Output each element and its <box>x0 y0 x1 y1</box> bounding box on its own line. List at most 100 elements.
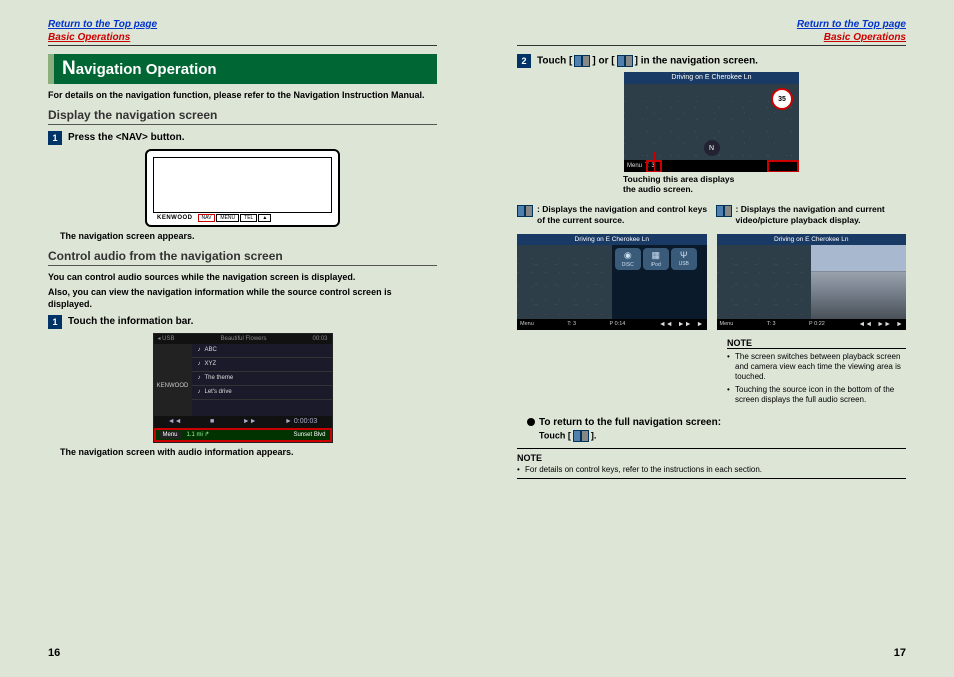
split-icon <box>617 55 633 67</box>
note-item: For details on control keys, refer to th… <box>517 465 906 474</box>
icon-desc-2-text: : Displays the navigation and current vi… <box>736 204 907 225</box>
return-top-link[interactable]: Return to the Top page <box>48 18 437 31</box>
note-title: NOTE <box>517 453 906 463</box>
sm-title: Driving on E Cherokee Ln <box>717 234 907 245</box>
source-usb: ΨUSB <box>671 248 697 270</box>
page-number-left: 16 <box>48 647 60 659</box>
section-title-rest: avigation Operation <box>76 61 217 78</box>
return-full-text: To return to the full navigation screen: <box>539 417 721 428</box>
icon-desc-1: : Displays the navigation and control ke… <box>517 204 708 225</box>
top-links-right: Return to the Top page Basic Operations <box>517 18 906 46</box>
split-icon <box>716 205 732 217</box>
sm-bottom-bar: Menu T: 3 P 0:14 ◄◄►►► <box>517 319 707 330</box>
audio-nav-screenshot: ◂ USB Beautiful Flowers 00:03 KENWOOD AB… <box>153 333 333 443</box>
icon-desc-2: : Displays the navigation and current vi… <box>716 204 907 225</box>
page-right: Return to the Top page Basic Operations … <box>477 0 954 677</box>
stop-icon: ■ <box>210 418 214 425</box>
icon-desc-1-text: : Displays the navigation and control ke… <box>537 204 708 225</box>
sm-map-area <box>717 245 812 319</box>
sm-title: Driving on E Cherokee Ln <box>517 234 707 245</box>
top-links-left: Return to the Top page Basic Operations <box>48 18 437 46</box>
next-icon: ►► <box>243 418 257 425</box>
menu-button: Menu <box>160 431 181 439</box>
sm-p: P 0:14 <box>610 321 626 327</box>
sm-source-panel: ◉DISC ▦iPod ΨUSB <box>612 245 707 319</box>
control-audio-text2: Also, you can view the navigation inform… <box>48 287 437 310</box>
bottom-note: NOTE For details on control keys, refer … <box>517 448 906 479</box>
icon-descriptions: : Displays the navigation and control ke… <box>517 204 906 229</box>
playback-controls: ◄◄ ■ ►► ► 0:00:03 <box>154 416 332 428</box>
track-title: Beautiful Flowers <box>220 336 266 342</box>
sm-playback: ◄◄►►► <box>858 321 903 328</box>
source-ipod: ▦iPod <box>643 248 669 270</box>
playlist: ABC XYZ The theme Let's drive <box>192 344 332 416</box>
playlist-item: ABC <box>192 344 332 358</box>
subhead-control-audio: Control audio from the navigation screen <box>48 249 437 266</box>
info-bar: Menu 1.1 mi ↱ Sunset Blvd <box>154 428 332 442</box>
sm-t: T: 3 <box>767 321 776 327</box>
sm-bottom-bar: Menu T: 3 P 0:22 ◄◄►►► <box>717 319 907 330</box>
step-number-icon: 2 <box>517 54 531 68</box>
highlight-right <box>767 160 799 172</box>
subhead-display-nav: Display the navigation screen <box>48 108 437 125</box>
sm-map-area <box>517 245 612 319</box>
small-map-right: Driving on E Cherokee Ln Menu T: 3 P 0:2… <box>717 234 907 330</box>
control-audio-text1: You can control audio sources while the … <box>48 272 437 284</box>
step-number-icon: 1 <box>48 315 62 329</box>
speed-limit-icon: 35 <box>771 88 793 110</box>
playlist-item: XYZ <box>192 358 332 372</box>
return-top-link[interactable]: Return to the Top page <box>517 18 906 31</box>
step-1b: 1 Touch the information bar. <box>48 315 437 329</box>
map-title: Driving on E Cherokee Ln <box>624 72 799 84</box>
source-disc: ◉DISC <box>615 248 641 270</box>
compass-icon: N <box>704 140 720 156</box>
playlist-item: The theme <box>192 372 332 386</box>
prev-icon: ◄◄ <box>168 418 182 425</box>
intro-text: For details on the navigation function, … <box>48 90 437 102</box>
two-maps-row: Driving on E Cherokee Ln ◉DISC ▦iPod ΨUS… <box>517 234 906 330</box>
step-number-icon: 1 <box>48 131 62 145</box>
split-icon <box>574 55 590 67</box>
map-screenshot-main: Driving on E Cherokee Ln 35 N Menu T: 3 <box>624 72 799 172</box>
caption-audio-info: The navigation screen with audio informa… <box>60 447 437 457</box>
device-diagram: KENWOOD NAV MENU TEL ▲ <box>145 149 340 227</box>
playback-time: ► 0:00:03 <box>285 418 317 425</box>
map-caption: Touching this area displays the audio sc… <box>623 174 906 194</box>
destination: Sunset Blvd <box>293 432 325 438</box>
sm-menu: Menu <box>720 321 734 327</box>
sm-menu: Menu <box>520 321 534 327</box>
note-item: Touching the source icon in the bottom o… <box>727 385 906 405</box>
page-left: Return to the Top page Basic Operations … <box>0 0 477 677</box>
sm-p: P 0:22 <box>809 321 825 327</box>
return-full: To return to the full navigation screen: <box>527 417 906 428</box>
track-time: 00:03 <box>312 336 327 342</box>
note-item: The screen switches between playback scr… <box>727 352 906 382</box>
step-1-text: Press the <NAV> button. <box>68 132 185 143</box>
bullet-icon <box>527 418 535 426</box>
playlist-item: Let's drive <box>192 386 332 400</box>
step-1: 1 Press the <NAV> button. <box>48 131 437 145</box>
sm-video-panel <box>811 245 906 319</box>
device-brand: KENWOOD <box>157 215 193 221</box>
step-2: 2 Touch [] or [] in the navigation scree… <box>517 54 906 68</box>
basic-ops-link[interactable]: Basic Operations <box>48 31 437 46</box>
device-tel-button: TEL <box>240 214 257 222</box>
return-sub: Touch []. <box>539 430 906 442</box>
device-nav-button: NAV <box>198 214 216 222</box>
note-title: NOTE <box>727 338 906 349</box>
map-menu: Menu <box>627 163 642 169</box>
basic-ops-link[interactable]: Basic Operations <box>517 31 906 46</box>
page-number-right: 17 <box>894 647 906 659</box>
note-box: NOTE The screen switches between playbac… <box>727 338 906 405</box>
distance: 1.1 mi ↱ <box>187 431 210 438</box>
sm-playback: ◄◄►►► <box>659 321 704 328</box>
split-icon <box>573 430 589 442</box>
small-map-left: Driving on E Cherokee Ln ◉DISC ▦iPod ΨUS… <box>517 234 707 330</box>
section-title-first-letter: N <box>62 58 76 79</box>
device-eject-button: ▲ <box>258 214 271 222</box>
usb-label: ◂ USB <box>158 335 175 342</box>
split-icon <box>517 205 533 217</box>
pointer-line <box>654 152 655 172</box>
step-2-text: Touch [] or [] in the navigation screen. <box>537 55 758 67</box>
device-menu-button: MENU <box>216 214 239 222</box>
